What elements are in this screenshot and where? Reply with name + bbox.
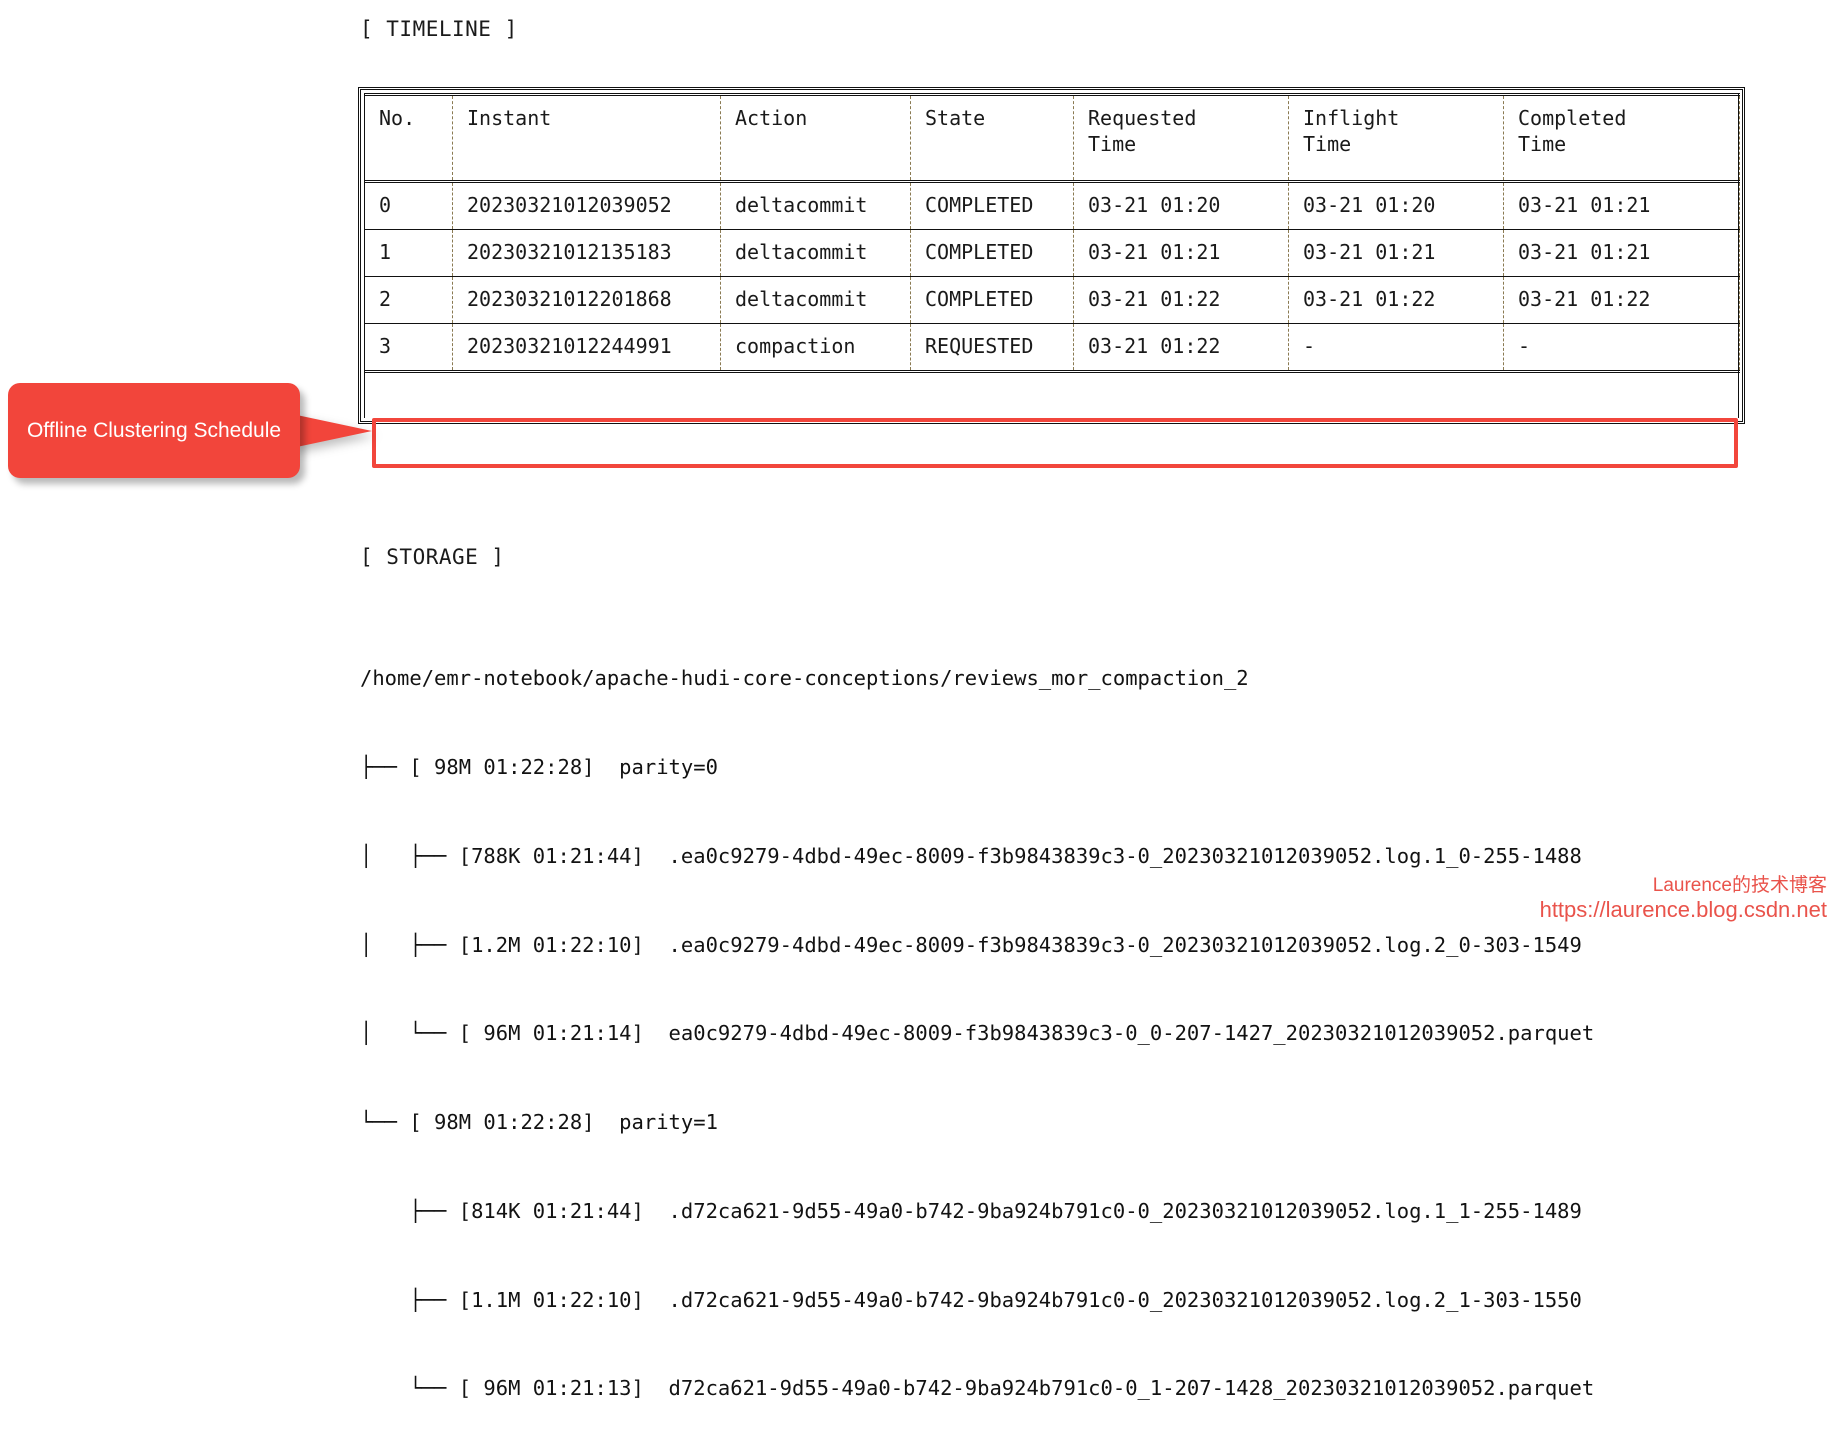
cell-instant: 20230321012039052: [452, 181, 721, 230]
cell-completed-time: 03-21 01:21: [1503, 229, 1740, 277]
cell-completed-time: 03-21 01:22: [1503, 276, 1740, 324]
cell-state: COMPLETED: [910, 276, 1074, 324]
cell-completed-time: 03-21 01:21: [1503, 181, 1740, 230]
table-row: 1 20230321012135183 deltacommit COMPLETE…: [364, 229, 1740, 277]
column-header-inflight-time: Inflight Time: [1288, 93, 1504, 183]
column-header-requested-time: Requested Time: [1073, 93, 1289, 183]
cell-instant: 20230321012244991: [452, 323, 721, 373]
storage-tree-line: ├── [1.1M 01:22:10] .d72ca621-9d55-49a0-…: [360, 1287, 1582, 1312]
cell-inflight-time: 03-21 01:20: [1288, 181, 1504, 230]
storage-tree-line: ├── [814K 01:21:44] .d72ca621-9d55-49a0-…: [360, 1198, 1582, 1223]
cell-instant: 20230321012135183: [452, 229, 721, 277]
cell-state: COMPLETED: [910, 181, 1074, 230]
callout-arrow-icon: [292, 414, 372, 448]
cell-no: 2: [364, 276, 453, 324]
cell-action: deltacommit: [720, 229, 911, 277]
cell-action: deltacommit: [720, 181, 911, 230]
cell-no: 0: [364, 181, 453, 230]
storage-tree: /home/emr-notebook/apache-hudi-core-conc…: [360, 605, 1594, 1434]
callout-text: Offline Clustering Schedule: [26, 419, 282, 442]
storage-tree-line: │ └── [ 96M 01:21:14] ea0c9279-4dbd-49ec…: [360, 1021, 1595, 1046]
storage-tree-line: │ ├── [1.2M 01:22:10] .ea0c9279-4dbd-49e…: [360, 932, 1582, 957]
storage-section-label: [ STORAGE ]: [360, 545, 505, 569]
storage-tree-line: └── [ 96M 01:21:13] d72ca621-9d55-49a0-b…: [360, 1376, 1595, 1401]
highlight-rectangle: [372, 418, 1738, 468]
cell-no: 1: [364, 229, 453, 277]
timeline-section-label: [ TIMELINE ]: [360, 17, 518, 41]
table-row: 0 20230321012039052 deltacommit COMPLETE…: [364, 181, 1740, 230]
storage-tree-line: └── [ 98M 01:22:28] parity=1: [360, 1110, 718, 1135]
timeline-table: No. Instant Action State Requested Time …: [364, 93, 1740, 373]
cell-action: compaction: [720, 323, 911, 373]
cell-requested-time: 03-21 01:22: [1073, 276, 1289, 324]
cell-inflight-time: -: [1288, 323, 1504, 373]
storage-root-path: /home/emr-notebook/apache-hudi-core-conc…: [360, 666, 1249, 691]
timeline-table-wrap: No. Instant Action State Requested Time …: [364, 93, 1740, 373]
cell-instant: 20230321012201868: [452, 276, 721, 324]
cell-state: COMPLETED: [910, 229, 1074, 277]
column-header-instant: Instant: [452, 93, 721, 183]
column-header-no: No.: [364, 93, 453, 183]
column-header-action: Action: [720, 93, 911, 183]
cell-inflight-time: 03-21 01:22: [1288, 276, 1504, 324]
table-row-highlighted: 3 20230321012244991 compaction REQUESTED…: [364, 323, 1740, 373]
cell-requested-time: 03-21 01:22: [1073, 323, 1289, 373]
callout-bubble: Offline Clustering Schedule: [8, 383, 300, 478]
cell-state: REQUESTED: [910, 323, 1074, 373]
cell-no: 3: [364, 323, 453, 373]
cell-action: deltacommit: [720, 276, 911, 324]
cell-inflight-time: 03-21 01:21: [1288, 229, 1504, 277]
cell-completed-time: -: [1503, 323, 1740, 373]
column-header-state: State: [910, 93, 1074, 183]
column-header-completed-time: Completed Time: [1503, 93, 1740, 183]
table-header-row: No. Instant Action State Requested Time …: [364, 93, 1740, 183]
storage-tree-line: │ ├── [788K 01:21:44] .ea0c9279-4dbd-49e…: [360, 843, 1582, 868]
storage-tree-line: ├── [ 98M 01:22:28] parity=0: [360, 754, 718, 779]
cell-requested-time: 03-21 01:21: [1073, 229, 1289, 277]
cell-requested-time: 03-21 01:20: [1073, 181, 1289, 230]
table-row: 2 20230321012201868 deltacommit COMPLETE…: [364, 276, 1740, 324]
